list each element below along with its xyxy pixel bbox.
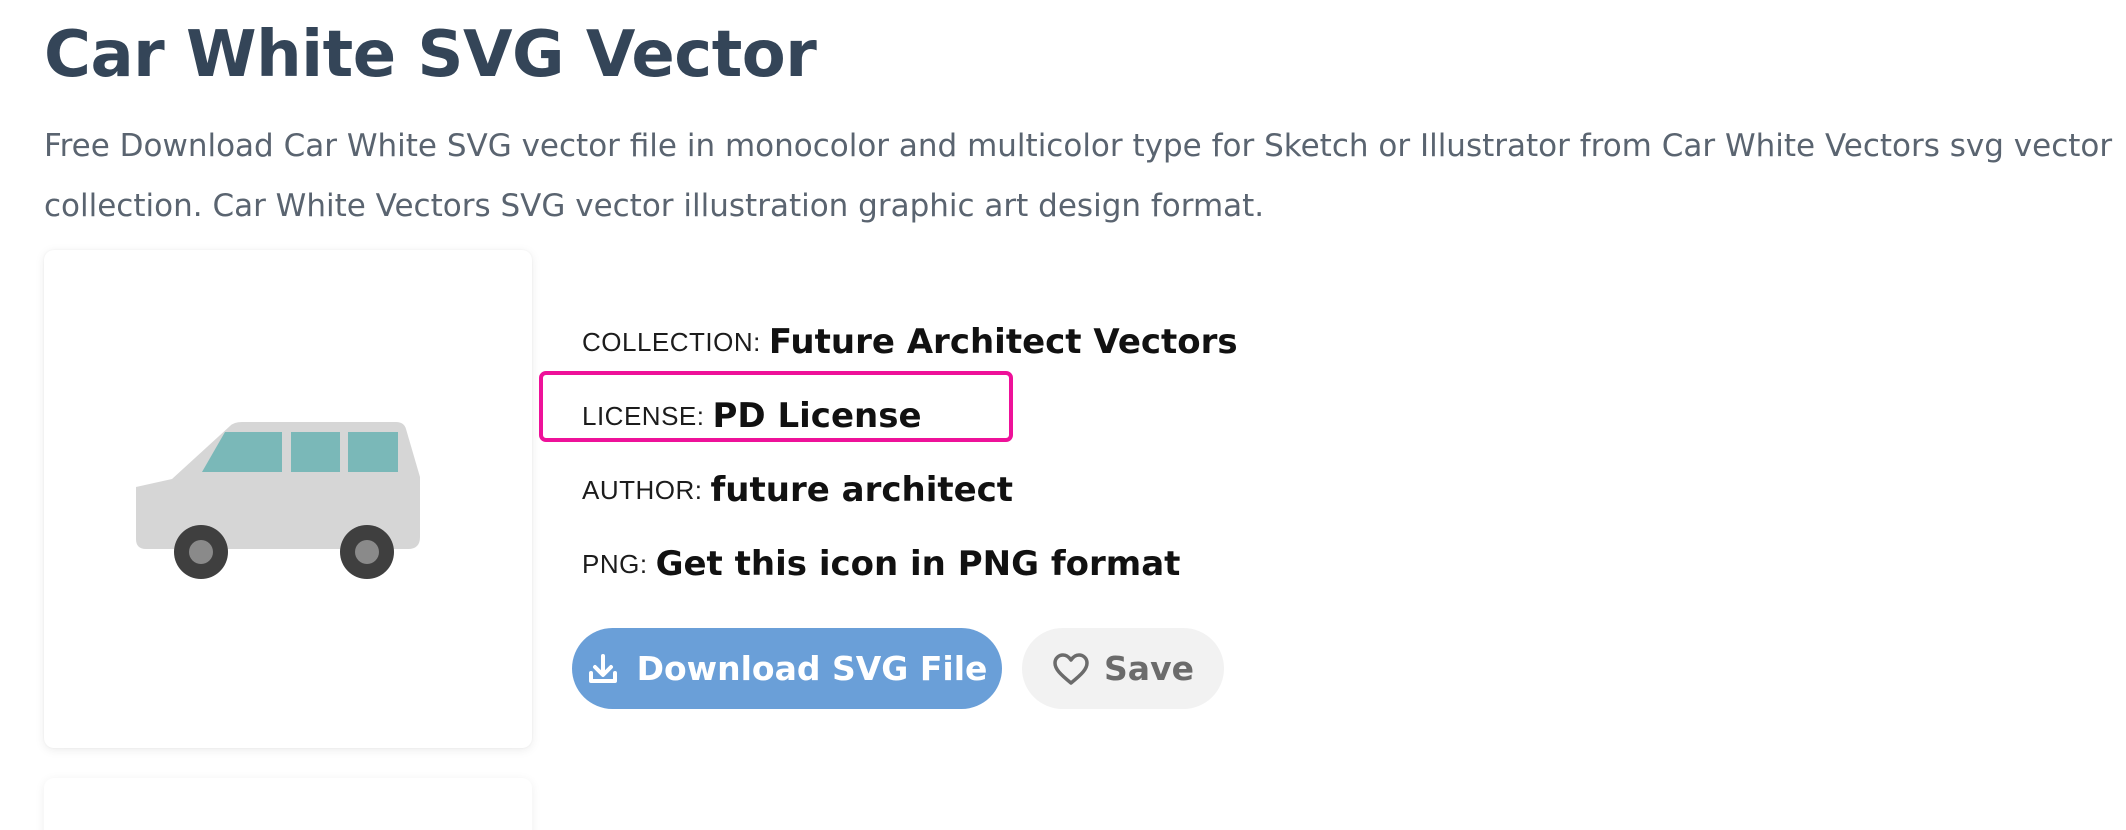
png-link[interactable]: Get this icon in PNG format (656, 544, 1181, 584)
save-label: Save (1104, 649, 1194, 688)
car-white-van-icon (136, 422, 420, 579)
heart-icon (1052, 652, 1090, 686)
van-hub-rear (355, 540, 379, 564)
description-line-1: Free Download Car White SVG vector file … (44, 128, 2113, 164)
vector-meta-list: COLLECTION: Future Architect Vectors LIC… (582, 305, 1238, 601)
collection-link[interactable]: Future Architect Vectors (769, 322, 1238, 362)
meta-png: PNG: Get this icon in PNG format (582, 527, 1238, 601)
meta-author-key: AUTHOR: (582, 474, 703, 505)
related-card (44, 778, 532, 830)
download-svg-label: Download SVG File (636, 649, 988, 688)
author-link[interactable]: future architect (711, 470, 1014, 510)
download-icon (587, 653, 619, 685)
van-hub-front (189, 540, 213, 564)
meta-png-key: PNG: (582, 548, 648, 579)
van-window-middle (291, 432, 340, 472)
page-description: Free Download Car White SVG vector file … (44, 116, 2126, 236)
save-button[interactable]: Save (1022, 628, 1224, 709)
van-window-front (202, 432, 282, 472)
van-window-rear (348, 432, 398, 472)
meta-collection-key: COLLECTION: (582, 326, 761, 357)
action-buttons: Download SVG File Save (572, 628, 1224, 709)
meta-author: AUTHOR: future architect (582, 453, 1238, 527)
vector-preview-card (44, 250, 532, 748)
page-title: Car White SVG Vector (44, 18, 817, 92)
meta-collection: COLLECTION: Future Architect Vectors (582, 305, 1238, 379)
description-line-2: collection. Car White Vectors SVG vector… (44, 188, 1265, 224)
license-highlight-box (539, 371, 1013, 442)
download-svg-button[interactable]: Download SVG File (572, 628, 1002, 709)
